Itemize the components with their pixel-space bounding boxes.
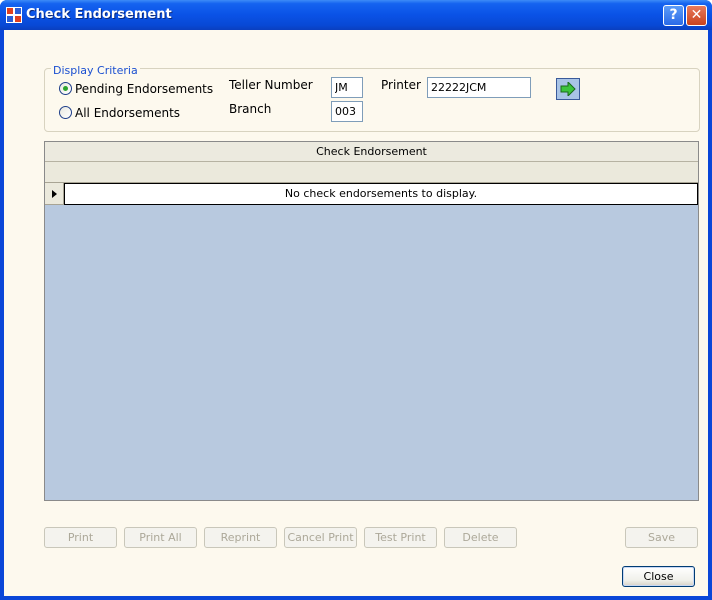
display-criteria-legend: Display Criteria xyxy=(51,64,140,77)
title-bar[interactable]: Check Endorsement ? ✕ xyxy=(0,0,712,30)
close-button[interactable]: Close xyxy=(622,566,695,587)
check-endorsement-grid[interactable]: Check Endorsement No check endorsements … xyxy=(44,141,699,501)
display-criteria-group xyxy=(44,68,700,132)
current-row-arrow-icon xyxy=(52,190,57,198)
delete-button[interactable]: Delete xyxy=(444,527,517,548)
app-icon xyxy=(6,7,22,23)
branch-field[interactable] xyxy=(331,101,363,122)
printer-label: Printer xyxy=(381,78,421,92)
test-print-button[interactable]: Test Print xyxy=(364,527,437,548)
branch-label: Branch xyxy=(229,102,272,116)
pending-endorsements-label[interactable]: Pending Endorsements xyxy=(75,82,213,96)
save-button[interactable]: Save xyxy=(625,527,698,548)
teller-number-field[interactable] xyxy=(331,77,363,98)
reprint-button[interactable]: Reprint xyxy=(204,527,277,548)
help-button[interactable]: ? xyxy=(663,5,684,26)
all-endorsements-radio[interactable] xyxy=(59,106,72,119)
print-all-button[interactable]: Print All xyxy=(124,527,197,548)
cancel-print-button[interactable]: Cancel Print xyxy=(284,527,357,548)
grid-column-header xyxy=(45,162,698,183)
client-area: Display Criteria Pending Endorsements Al… xyxy=(4,30,708,596)
go-button[interactable] xyxy=(556,78,580,100)
grid-caption: Check Endorsement xyxy=(45,142,698,162)
row-selector[interactable] xyxy=(45,183,64,205)
printer-field[interactable] xyxy=(427,77,531,98)
print-button[interactable]: Print xyxy=(44,527,117,548)
green-arrow-right-icon xyxy=(560,82,576,96)
teller-number-label: Teller Number xyxy=(229,78,313,92)
empty-message-row: No check endorsements to display. xyxy=(64,183,698,205)
window-title: Check Endorsement xyxy=(26,7,172,22)
all-endorsements-label[interactable]: All Endorsements xyxy=(75,106,180,120)
pending-endorsements-radio[interactable] xyxy=(59,82,72,95)
window-close-button[interactable]: ✕ xyxy=(686,5,707,26)
window: Check Endorsement ? ✕ Display Criteria P… xyxy=(0,0,712,600)
